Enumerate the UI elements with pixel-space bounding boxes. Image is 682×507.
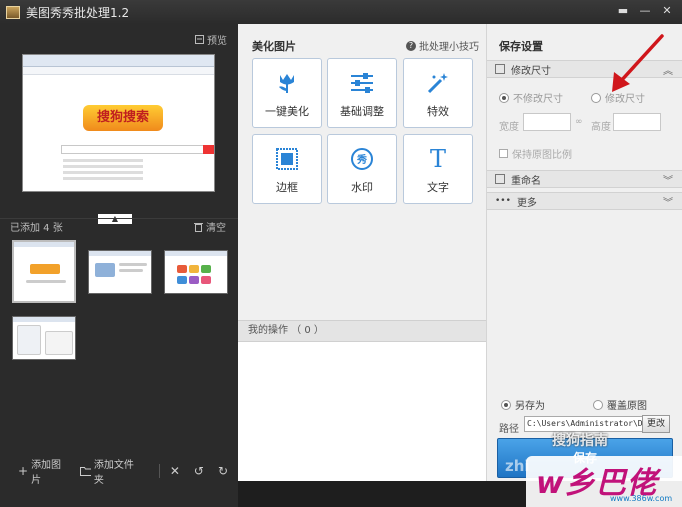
frame-button[interactable]: 边框 <box>252 134 322 204</box>
add-image-button[interactable]: + 添加图片 <box>18 456 66 486</box>
chevron-down-icon: ︾ <box>663 176 673 187</box>
close-button[interactable]: ✕ <box>658 3 676 19</box>
keep-ratio-option[interactable]: 保持原图比例 <box>499 146 572 161</box>
image-list-panel: 预览 搜狗搜索 ▲ 已添加 4 张 清空 <box>0 24 238 507</box>
text-icon: T <box>429 145 446 173</box>
window-controls: ▬ — ✕ <box>614 3 676 19</box>
preview-logo-image: 搜狗搜索 <box>83 105 163 131</box>
sliders-icon <box>328 69 396 97</box>
add-folder-label: 添加文件夹 <box>93 460 134 486</box>
save-as-option[interactable]: 另存为 <box>501 397 545 412</box>
one-click-beautify-button[interactable]: 一键美化 <box>252 58 322 128</box>
resize-icon <box>495 64 505 74</box>
left-toolbar: + 添加图片 添加文件夹 ✕ ↺ ↻ <box>0 460 238 486</box>
no-resize-radio[interactable] <box>499 92 509 103</box>
no-resize-option[interactable]: 不修改尺寸 <box>499 90 563 105</box>
more-dots-icon: ••• <box>495 196 511 206</box>
my-operations-list <box>238 342 486 481</box>
clear-button[interactable]: 清空 <box>194 219 226 234</box>
tulip-icon <box>253 69 321 97</box>
svg-text:秀: 秀 <box>356 153 367 166</box>
save-settings-title: 保存设置 <box>499 40 543 53</box>
preview-button[interactable]: 预览 <box>195 32 227 47</box>
change-path-button[interactable]: 更改 <box>642 415 670 433</box>
watermark-button[interactable]: 秀 水印 <box>327 134 397 204</box>
skin-icon[interactable]: ▬ <box>614 3 632 19</box>
beautify-panel: 美化图片 ? 批处理小技巧 一键美化 基础调整 特效 边框 秀 水印 T 文字 … <box>238 24 486 481</box>
magic-wand-icon <box>404 69 472 97</box>
watermark-icon: 秀 <box>328 145 396 173</box>
title-bar: 美图秀秀批处理1.2 ▬ — ✕ <box>0 0 682 24</box>
overwrite-option[interactable]: 覆盖原图 <box>593 397 647 412</box>
sogou-guide-watermark: 搜狗指南 <box>552 433 608 449</box>
height-field[interactable] <box>613 113 661 131</box>
folder-icon <box>80 467 91 476</box>
red-arrow-annotation <box>612 34 664 92</box>
basic-adjust-button[interactable]: 基础调整 <box>327 58 397 128</box>
keep-ratio-label: 保持原图比例 <box>512 150 572 161</box>
collapse-preview-button[interactable]: ▲ <box>98 214 132 224</box>
text-button[interactable]: T 文字 <box>403 134 473 204</box>
image-preview: 搜狗搜索 <box>22 54 215 192</box>
added-count-label: 已添加 4 张 <box>10 223 63 234</box>
tool-label: 文字 <box>427 181 449 194</box>
thumbnail-1[interactable] <box>12 240 76 303</box>
tool-label: 水印 <box>351 181 373 194</box>
overwrite-radio[interactable] <box>593 399 603 410</box>
tool-label: 边框 <box>276 181 298 194</box>
keep-ratio-checkbox[interactable] <box>499 149 508 158</box>
overwrite-label: 覆盖原图 <box>607 401 647 412</box>
no-resize-label: 不修改尺寸 <box>513 94 563 105</box>
preview-icon <box>195 35 204 44</box>
minimize-button[interactable]: — <box>636 3 654 19</box>
rename-section-label: 重命名 <box>511 175 541 187</box>
width-label: 宽度 <box>499 122 519 133</box>
app-icon <box>6 5 20 19</box>
my-operations-header: 我的操作 （ 0 ） <box>238 320 486 342</box>
batch-tips-link[interactable]: ? 批处理小技巧 <box>406 38 479 53</box>
rename-icon <box>495 174 505 184</box>
link-icon: ∞ <box>575 117 583 127</box>
delete-icon[interactable]: ✕ <box>170 464 180 478</box>
plus-icon: + <box>18 464 29 478</box>
save-as-radio[interactable] <box>501 399 511 410</box>
clear-label: 清空 <box>206 223 226 234</box>
tool-label: 特效 <box>427 105 449 118</box>
trash-icon <box>194 222 203 232</box>
beautify-title: 美化图片 <box>252 40 296 53</box>
toolbar-divider <box>158 464 160 478</box>
chevron-down-icon: ︾ <box>663 198 673 209</box>
width-field[interactable] <box>523 113 571 131</box>
question-icon: ? <box>406 40 416 51</box>
window-title: 美图秀秀批处理1.2 <box>26 5 130 20</box>
resize-section-label: 修改尺寸 <box>511 65 551 77</box>
height-label: 高度 <box>591 122 611 133</box>
thumbnail-4[interactable] <box>12 316 76 360</box>
frame-icon <box>253 145 321 173</box>
site-url-watermark: www.386w.com <box>610 494 673 503</box>
rotate-left-icon[interactable]: ↺ <box>194 464 204 478</box>
add-image-label: 添加图片 <box>31 460 62 486</box>
add-folder-button[interactable]: 添加文件夹 <box>80 456 139 486</box>
path-label: 路径 <box>499 424 519 435</box>
effects-button[interactable]: 特效 <box>403 58 473 128</box>
rename-section-header[interactable]: 重命名 ︾ <box>487 170 682 188</box>
batch-tips-label: 批处理小技巧 <box>419 42 479 53</box>
rotate-right-icon[interactable]: ↻ <box>218 464 228 478</box>
tool-label: 一键美化 <box>265 105 309 118</box>
tool-label: 基础调整 <box>340 105 384 118</box>
more-section-label: 更多 <box>516 197 537 209</box>
preview-label: 预览 <box>207 36 227 47</box>
more-section-header[interactable]: ••• 更多 ︾ <box>487 192 682 210</box>
thumbnail-2[interactable] <box>88 250 152 294</box>
thumbnail-3[interactable] <box>164 250 228 294</box>
save-as-label: 另存为 <box>515 401 545 412</box>
